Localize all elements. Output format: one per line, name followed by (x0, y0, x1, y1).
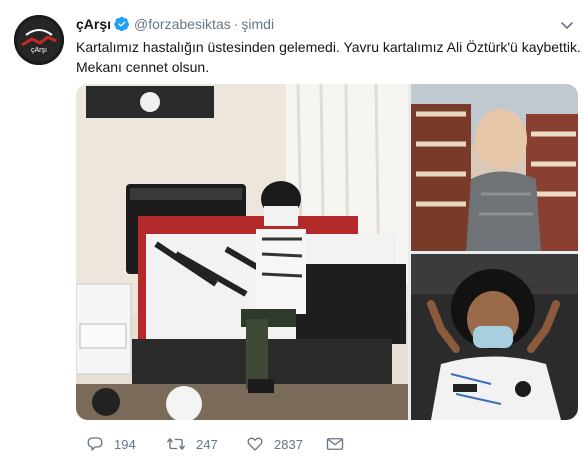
like-icon (246, 435, 264, 453)
author-name[interactable]: çArşı (76, 16, 111, 32)
retweet-count: 247 (196, 436, 218, 452)
like-count: 2837 (274, 436, 303, 452)
reply-button[interactable]: 194 (76, 434, 136, 454)
reply-count: 194 (114, 436, 136, 452)
tweet-media[interactable] (76, 84, 578, 420)
direct-message-button[interactable] (316, 434, 344, 454)
avatar-logo-text: çArşı (31, 47, 47, 54)
tweet-header: çArşı @forzabesiktas · şimdi (76, 14, 274, 37)
header-separator: · (233, 16, 239, 32)
author-handle[interactable]: @forzabesiktas (134, 16, 231, 32)
tweet-text: Kartalımız hastalığın üstesinden gelemed… (76, 39, 581, 75)
retweet-button[interactable]: 247 (156, 434, 218, 454)
like-button[interactable]: 2837 (236, 434, 303, 454)
main-bedroom-photo[interactable] (76, 84, 408, 420)
tweet-actions: 194 247 2837 (76, 434, 376, 454)
verified-badge-icon (114, 16, 130, 37)
retweet-icon (166, 435, 186, 453)
reply-icon (86, 435, 104, 453)
chevron-down-icon[interactable] (560, 18, 574, 36)
top-right-photo[interactable] (411, 84, 578, 251)
bottom-right-photo[interactable] (411, 254, 578, 420)
tweet[interactable]: çArşı çArşı @forzabesiktas · şimdi Kartalım… (0, 0, 584, 458)
tweet-timestamp[interactable]: şimdi (241, 16, 274, 32)
avatar[interactable]: çArşı (14, 15, 64, 65)
direct-message-icon (326, 436, 344, 452)
